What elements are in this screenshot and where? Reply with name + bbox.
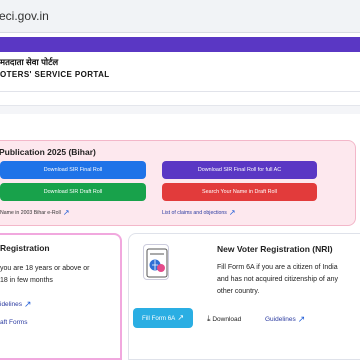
name-2003-label: Name in 2003 Bihar e-Roll	[0, 209, 61, 216]
portal-title-hindi: मतदाता सेवा पोर्टल	[0, 57, 59, 67]
download-sir-draft-roll-button[interactable]: Download SIR Draft Roll	[0, 183, 146, 201]
arrow-up-right-icon: ↗	[297, 314, 306, 324]
header-banner	[0, 37, 360, 52]
claims-objections-link[interactable]: List of claims and objections ↗	[162, 208, 236, 217]
download-sir-final-roll-button[interactable]: Download SIR Final Roll	[0, 161, 146, 179]
search-name-draft-roll-button[interactable]: Search Your Name in Draft Roll	[162, 183, 317, 201]
registration-description: you are 18 years or above or 18 in few m…	[0, 263, 118, 287]
download-icon: ⤓	[207, 314, 211, 323]
divider	[0, 91, 360, 92]
fill-form-6a-button[interactable]: Fill Form 6A ↗	[133, 308, 193, 328]
nri-desc-line: other country.	[217, 288, 260, 295]
arrow-up-right-icon: ↗	[228, 208, 236, 217]
voter-registration-card[interactable]: Registration you are 18 years or above o…	[0, 233, 122, 360]
draft-forms-label: aft Forms	[0, 319, 28, 326]
arrow-up-right-icon: ↗	[62, 208, 70, 217]
document-globe-icon	[146, 248, 168, 278]
nri-guidelines-link[interactable]: Guidelines ↗	[265, 314, 305, 325]
name-2003-link[interactable]: Name in 2003 Bihar e-Roll ↗	[0, 208, 70, 217]
download-label: Download	[212, 316, 242, 323]
download-link[interactable]: ⤓ Download	[207, 314, 241, 324]
guidelines-label: Guidelines	[265, 316, 296, 324]
guidelines-label: idelines	[0, 301, 23, 309]
download-sir-final-roll-ac-button[interactable]: Download SIR Final Roll for full AC	[162, 161, 317, 179]
arrow-up-right-icon: ↗	[24, 299, 32, 309]
nri-desc-line: and has not acquired citizenship of any	[217, 276, 339, 283]
nri-form-icon	[143, 244, 169, 280]
portal-title-english: OTERS' SERVICE PORTAL	[0, 70, 110, 79]
registration-desc-line: 18 in few months	[0, 277, 53, 284]
nav-strip	[0, 105, 360, 114]
nri-description: Fill Form 6A if you are a citizen of Ind…	[217, 262, 360, 298]
fill-form-6a-label: Fill Form 6A	[141, 315, 176, 322]
claims-objections-label: List of claims and objections	[162, 209, 227, 216]
sir-publication-card: Publication 2025 (Bihar) Download SIR Fi…	[0, 140, 356, 226]
draft-forms-link[interactable]: aft Forms	[0, 319, 27, 326]
browser-address-bar[interactable]: eci.gov.in	[0, 0, 360, 33]
registration-guidelines-link[interactable]: idelines ↗	[0, 299, 32, 310]
registration-desc-line: you are 18 years or above or	[0, 265, 90, 272]
url-text[interactable]: eci.gov.in	[0, 9, 49, 23]
nri-registration-card[interactable]: New Voter Registration (NRI) Fill Form 6…	[128, 233, 360, 360]
nri-title: New Voter Registration (NRI)	[217, 244, 333, 254]
arrow-up-right-icon: ↗	[177, 313, 185, 322]
registration-title: Registration	[0, 243, 50, 253]
section-title: Publication 2025 (Bihar)	[0, 147, 96, 157]
nri-desc-line: Fill Form 6A if you are a citizen of Ind…	[217, 264, 338, 271]
